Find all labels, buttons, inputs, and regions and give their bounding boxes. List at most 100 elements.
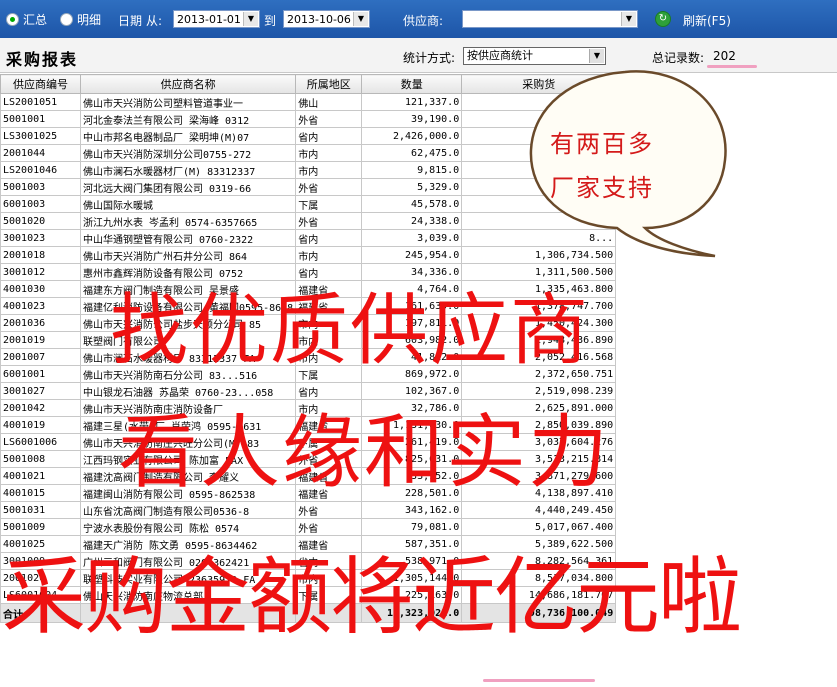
table-cell: 245,954.0 bbox=[361, 246, 463, 264]
table-cell: 2001019 bbox=[0, 331, 81, 349]
date-from-picker[interactable]: 2013-01-01 ▼ bbox=[173, 10, 260, 28]
highlight-underline bbox=[483, 679, 595, 682]
overlay-slogan-2: 看人缘和实力 bbox=[118, 406, 610, 499]
table-cell: 中山华通钢塑管有限公司 0760-2322 bbox=[79, 229, 297, 247]
date-to-picker[interactable]: 2013-10-06 ▼ bbox=[283, 10, 370, 28]
table-cell: 62,475.0 bbox=[361, 144, 463, 162]
supplier-label: 供应商: bbox=[403, 14, 444, 28]
column-header[interactable]: 供应商编号 bbox=[0, 74, 81, 94]
table-cell: 6001003 bbox=[0, 195, 81, 213]
date-to-value: 2013-10-06 bbox=[287, 13, 351, 26]
table-cell: 5001003 bbox=[0, 178, 81, 196]
to-label: 到 bbox=[264, 14, 277, 28]
table-cell: 外省 bbox=[295, 110, 363, 128]
bubble-text-line-1: 有两百多 bbox=[550, 130, 654, 158]
stat-method-select[interactable]: 按供应商统计 ▼ bbox=[463, 47, 606, 65]
chevron-down-icon[interactable]: ▼ bbox=[589, 49, 604, 63]
table-row[interactable]: 2001044 佛山市天兴消防深圳分公司0755-272 市内 62,475.0 bbox=[0, 144, 617, 162]
speech-bubble bbox=[529, 70, 727, 258]
table-cell: 3001027 bbox=[0, 382, 81, 400]
table-cell: 6001001 bbox=[0, 365, 81, 383]
table-cell: 3,039.0 bbox=[361, 229, 463, 247]
bubble-text-line-2: 厂家支持 bbox=[550, 174, 654, 202]
stat-method-value: 按供应商统计 bbox=[467, 49, 533, 62]
table-cell: 2001007 bbox=[0, 348, 81, 366]
overlay-slogan-1: 找优质供应商 bbox=[110, 286, 591, 376]
date-from-value: 2013-01-01 bbox=[177, 13, 241, 26]
table-cell: 5001008 bbox=[0, 450, 81, 468]
table-cell: 市内 bbox=[295, 144, 363, 162]
table-cell: 343,162.0 bbox=[361, 501, 463, 519]
table-row[interactable]: 5001003 河北远大阀门集团有限公司 0319-66 外省 5,329.0 bbox=[0, 178, 617, 196]
table-cell: 2001042 bbox=[0, 399, 81, 417]
table-cell: 河北远大阀门集团有限公司 0319-66 bbox=[79, 178, 297, 196]
table-cell: 省内 bbox=[295, 229, 363, 247]
table-cell: LS3001025 bbox=[0, 127, 81, 145]
table-cell: 2001044 bbox=[0, 144, 81, 162]
table-cell: 佛山市澜石水暖器材厂(M) 83312337 bbox=[79, 161, 297, 179]
table-cell: 4001021 bbox=[0, 467, 81, 485]
table-cell: 45,578.0 bbox=[361, 195, 463, 213]
page-title: 采购报表 bbox=[6, 50, 79, 69]
chevron-down-icon[interactable]: ▼ bbox=[353, 12, 368, 26]
table-cell: 2001018 bbox=[0, 246, 81, 264]
table-cell: 山东省沈高阀门制造有限公司0536-8 bbox=[79, 501, 297, 519]
table-cell: 5001001 bbox=[0, 110, 81, 128]
radio-detail-label: 明细 bbox=[77, 12, 102, 27]
column-header[interactable]: 供应商名称 bbox=[79, 74, 297, 94]
column-header[interactable]: 所属地区 bbox=[295, 74, 363, 94]
table-cell: 2001036 bbox=[0, 314, 81, 332]
refresh-icon[interactable]: ↻ bbox=[655, 11, 671, 27]
table-cell: 121,337.0 bbox=[361, 93, 463, 111]
from-label: 从: bbox=[146, 14, 163, 28]
table-cell: 佛山市天兴消防公司塑料管道事业一 bbox=[79, 93, 297, 111]
table-cell: LS2001051 bbox=[0, 93, 81, 111]
table-row[interactable]: 6001003 佛山国际水暖城 下属 45,578.0 bbox=[0, 195, 617, 213]
total-records-label: 总记录数: bbox=[652, 51, 705, 65]
table-cell: 4001030 bbox=[0, 280, 81, 298]
column-header[interactable]: 数量 bbox=[361, 74, 463, 94]
chevron-down-icon[interactable]: ▼ bbox=[621, 12, 636, 26]
table-cell: 中山市邦名电器制品厂 梁明坤(M)07 bbox=[79, 127, 297, 145]
radio-summary-label: 汇总 bbox=[23, 12, 48, 27]
date-label: 日期 bbox=[118, 14, 143, 28]
table-cell: 39,190.0 bbox=[361, 110, 463, 128]
table-cell: 外省 bbox=[295, 501, 363, 519]
table-cell: 省内 bbox=[295, 127, 363, 145]
top-toolbar: 汇总 明细 日期 从: 2013-01-01 ▼ 到 2013-10-06 ▼ … bbox=[0, 0, 837, 38]
table-cell: 5,329.0 bbox=[361, 178, 463, 196]
total-records-value: 202 bbox=[713, 49, 736, 63]
table-cell: 外省 bbox=[295, 212, 363, 230]
table-cell: LS2001046 bbox=[0, 161, 81, 179]
table-cell: 3001012 bbox=[0, 263, 81, 281]
table-row[interactable]: 5001001 河北金泰法兰有限公司 梁海峰 0312 外省 39,190.0 bbox=[0, 110, 617, 128]
supplier-select[interactable]: ▼ bbox=[462, 10, 638, 28]
chevron-down-icon[interactable]: ▼ bbox=[243, 12, 258, 26]
table-row[interactable]: LS2001046 佛山市澜石水暖器材厂(M) 83312337 市内 9,815.0 bbox=[0, 161, 617, 179]
table-cell: 24,338.0 bbox=[361, 212, 463, 230]
table-cell: 4001015 bbox=[0, 484, 81, 502]
radio-detail[interactable]: 明细 bbox=[60, 11, 101, 27]
table-cell: 3001023 bbox=[0, 229, 81, 247]
table-row[interactable]: LS2001051 佛山市天兴消防公司塑料管道事业一 佛山 121,337.0 bbox=[0, 93, 617, 111]
table-cell: LS6001006 bbox=[0, 433, 81, 451]
table-row[interactable]: 2001018 佛山市天兴消防广州石井分公司 864 市内 245,954.0 1,30… bbox=[0, 246, 617, 264]
table-row[interactable]: LS3001025 中山市邦名电器制品厂 梁明坤(M)07 省内 2,426,000.… bbox=[0, 127, 617, 145]
table-row[interactable]: 5001031 山东省沈高阀门制造有限公司0536-8 外省 343,162.0 4,4… bbox=[0, 501, 617, 519]
table-cell: 佛山市天兴消防广州石井分公司 864 bbox=[79, 246, 297, 264]
table-cell: 浙江九州水表 岑孟利 0574-6357665 bbox=[79, 212, 297, 230]
refresh-button[interactable]: 刷新(F5) bbox=[683, 12, 731, 29]
table-cell: 4001019 bbox=[0, 416, 81, 434]
overlay-slogan-3: 采购金额将近亿元啦 bbox=[2, 548, 742, 646]
table-cell: 佛山国际水暖城 bbox=[79, 195, 297, 213]
table-cell: 4001023 bbox=[0, 297, 81, 315]
radio-summary[interactable]: 汇总 bbox=[6, 11, 47, 27]
table-row[interactable]: 3001023 中山华通钢塑管有限公司 0760-2322 省内 3,039.0 8..… bbox=[0, 229, 617, 247]
table-cell: 5001031 bbox=[0, 501, 81, 519]
table-cell: 4,440,249.450 bbox=[461, 501, 617, 519]
table-cell: 5001020 bbox=[0, 212, 81, 230]
radio-selected-icon bbox=[6, 12, 19, 26]
table-cell: 佛山 bbox=[295, 93, 363, 111]
table-cell: 河北金泰法兰有限公司 梁海峰 0312 bbox=[79, 110, 297, 128]
table-row[interactable]: 5001020 浙江九州水表 岑孟利 0574-6357665 外省 24,338.0 bbox=[0, 212, 617, 230]
